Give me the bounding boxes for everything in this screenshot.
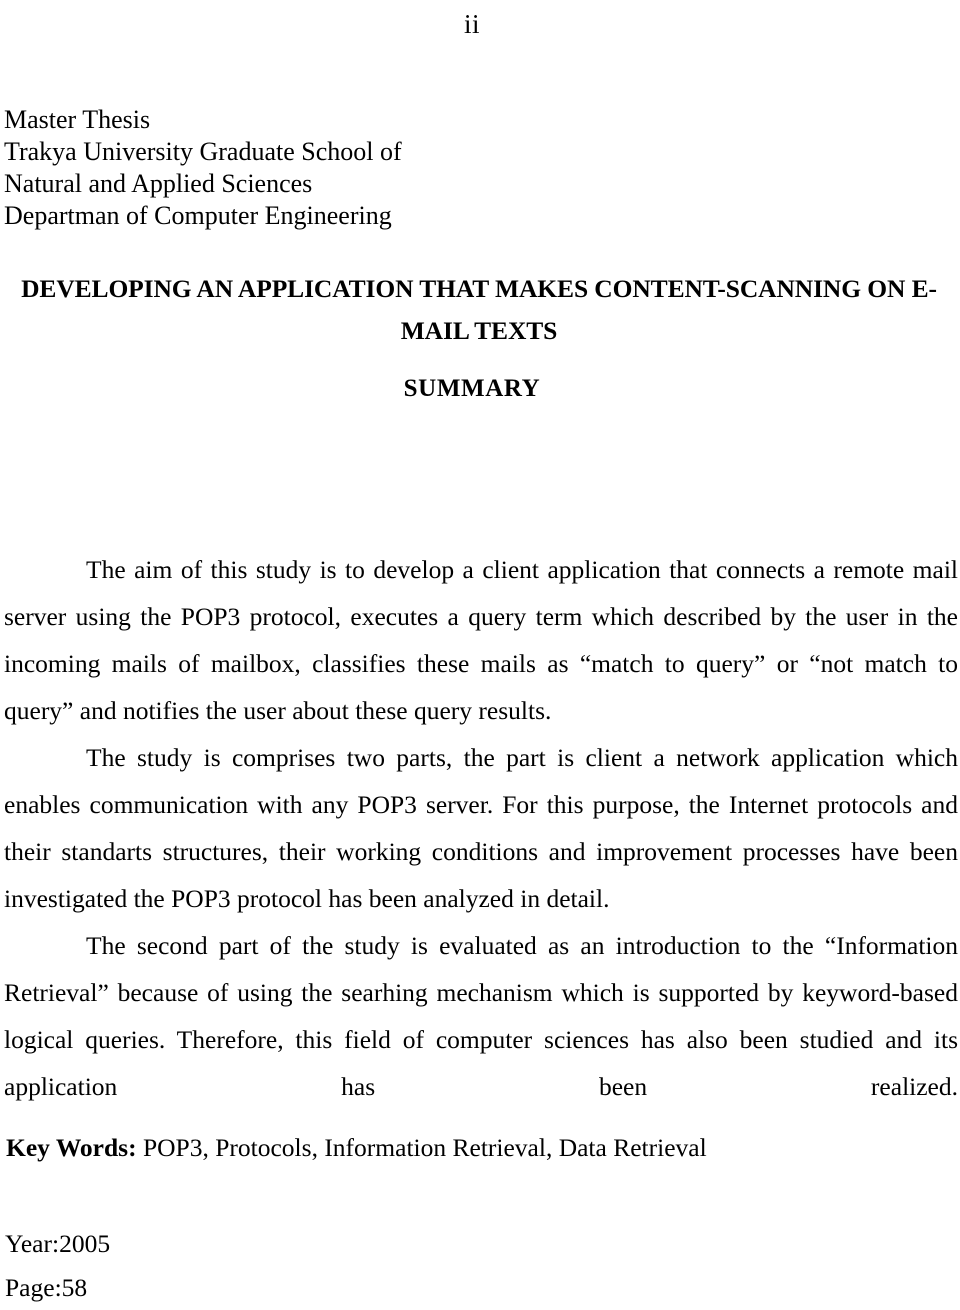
thesis-university-line: Trakya University Graduate School of bbox=[4, 137, 402, 166]
meta-year: Year:2005 bbox=[5, 1229, 111, 1258]
document-title: DEVELOPING AN APPLICATION THAT MAKES CON… bbox=[21, 274, 937, 345]
page-number: ii bbox=[463, 9, 480, 39]
document-page: ii Master Thesis Trakya University Gradu… bbox=[0, 0, 960, 1302]
abstract-paragraph: The study is comprises two parts, the pa… bbox=[4, 743, 958, 913]
keywords-value: POP3, Protocols, Information Retrieval, … bbox=[136, 1133, 707, 1162]
keywords-label: Key Words: bbox=[6, 1133, 137, 1162]
thesis-department-line: Departman of Computer Engineering bbox=[4, 201, 392, 230]
thesis-type-line: Master Thesis bbox=[4, 105, 151, 134]
keywords-line: Key Words: POP3, Protocols, Information … bbox=[6, 1131, 936, 1165]
meta-page-count: Page:58 bbox=[5, 1273, 88, 1302]
abstract-paragraph: The aim of this study is to develop a cl… bbox=[4, 555, 958, 725]
document-meta: Year:2005 Page:58 bbox=[5, 1222, 405, 1310]
thesis-institute-line: Natural and Applied Sciences bbox=[4, 169, 313, 198]
thesis-identification-block: Master Thesis Trakya University Graduate… bbox=[4, 104, 704, 232]
abstract-body: The aim of this study is to develop a cl… bbox=[4, 546, 958, 1157]
section-heading-summary: SUMMARY bbox=[403, 375, 541, 402]
abstract-paragraph: The second part of the study is evaluate… bbox=[4, 931, 958, 1101]
